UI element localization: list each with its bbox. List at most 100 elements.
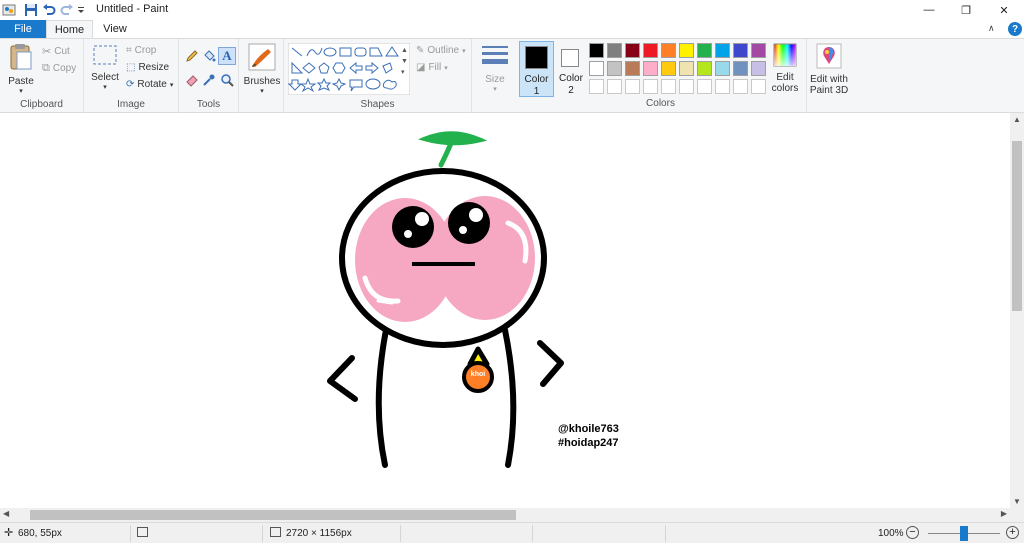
- scroll-corner: [1010, 508, 1024, 522]
- copy-button[interactable]: ⧉ Copy: [42, 62, 76, 75]
- palette-swatch[interactable]: [625, 61, 640, 76]
- outline-label: Outline: [427, 45, 460, 56]
- badge-icon: [462, 346, 494, 393]
- palette-swatch[interactable]: [661, 61, 676, 76]
- custom-color-slot[interactable]: [589, 79, 604, 94]
- paste-button[interactable]: Paste ▾: [4, 43, 38, 95]
- horizontal-scroll-thumb[interactable]: [30, 510, 516, 520]
- custom-color-slot[interactable]: [697, 79, 712, 94]
- color1-button[interactable]: Color 1: [519, 41, 554, 97]
- crop-button[interactable]: ⌗ Crop: [126, 45, 156, 56]
- restore-button[interactable]: ❐: [947, 0, 985, 20]
- palette-swatch[interactable]: [679, 61, 694, 76]
- cut-button[interactable]: ✂ Cut: [42, 45, 70, 58]
- shapes-gallery[interactable]: [288, 43, 410, 95]
- paste-icon: [10, 44, 32, 70]
- tab-view[interactable]: View: [96, 20, 134, 38]
- rotate-icon: ⟳: [126, 79, 135, 90]
- redo-icon[interactable]: [60, 3, 74, 17]
- tools-group: A Tools: [179, 39, 239, 113]
- custom-color-slot[interactable]: [715, 79, 730, 94]
- text-tool-icon[interactable]: A: [218, 47, 236, 65]
- status-separator: [400, 525, 401, 542]
- shapes-group-label: Shapes: [360, 99, 395, 110]
- custom-color-slot[interactable]: [643, 79, 658, 94]
- help-icon[interactable]: ?: [1008, 22, 1022, 36]
- palette-swatch[interactable]: [733, 61, 748, 76]
- edit-colors-button[interactable]: Edit colors: [768, 43, 802, 94]
- scroll-up-icon[interactable]: ▲: [1013, 115, 1021, 124]
- resize-button[interactable]: ⬚ Resize: [126, 62, 169, 73]
- status-bar: ✛ 680, 55px 2720 × 1156px 100% − +: [0, 522, 1024, 543]
- drawing-artwork: [327, 131, 564, 468]
- brushes-button[interactable]: Brushes ▾: [243, 43, 281, 95]
- custom-color-slot[interactable]: [625, 79, 640, 94]
- customize-toolbar-icon[interactable]: [76, 3, 86, 17]
- custom-color-slot[interactable]: [607, 79, 622, 94]
- ribbon-tabs: File Home View ∧ ?: [0, 20, 1024, 39]
- close-button[interactable]: ✕: [985, 0, 1023, 20]
- scroll-down-icon[interactable]: ▼: [1013, 497, 1021, 506]
- custom-color-slot[interactable]: [661, 79, 676, 94]
- zoom-slider-thumb[interactable]: [960, 526, 968, 541]
- palette-swatch[interactable]: [733, 43, 748, 58]
- vertical-scrollbar[interactable]: ▲ ▼: [1010, 113, 1024, 508]
- outline-button[interactable]: ✎ Outline ▾: [416, 45, 466, 56]
- palette-swatch[interactable]: [751, 43, 766, 58]
- pencil-icon[interactable]: [185, 49, 199, 63]
- scroll-left-icon[interactable]: ◀: [3, 509, 9, 518]
- fill-label: Fill: [428, 62, 442, 73]
- rotate-button[interactable]: ⟳ Rotate ▾: [126, 79, 173, 90]
- edit-colors-label-line2: colors: [771, 83, 799, 94]
- minimize-button[interactable]: —: [910, 0, 948, 20]
- palette-swatch[interactable]: [697, 61, 712, 76]
- cut-label: Cut: [54, 46, 70, 57]
- paint3d-icon: [816, 43, 842, 69]
- custom-color-slot[interactable]: [733, 79, 748, 94]
- palette-swatch[interactable]: [607, 43, 622, 58]
- eraser-icon[interactable]: [185, 73, 199, 87]
- palette-swatch[interactable]: [643, 61, 658, 76]
- custom-color-slot[interactable]: [679, 79, 694, 94]
- palette-swatch[interactable]: [715, 43, 730, 58]
- scroll-right-icon[interactable]: ▶: [1001, 509, 1007, 518]
- select-icon: [93, 45, 117, 65]
- save-icon[interactable]: [24, 3, 38, 17]
- edit-paint3d-button[interactable]: Edit with Paint 3D: [808, 43, 850, 96]
- shapes-scroll[interactable]: ▲ ▼ ▾: [401, 45, 408, 78]
- size-button[interactable]: Size ▾: [476, 43, 514, 93]
- magnifier-icon[interactable]: [220, 73, 234, 87]
- palette-swatch[interactable]: [607, 61, 622, 76]
- palette-swatch[interactable]: [679, 43, 694, 58]
- palette-swatch[interactable]: [589, 43, 604, 58]
- palette-swatch[interactable]: [697, 43, 712, 58]
- custom-color-slot[interactable]: [751, 79, 766, 94]
- zoom-in-icon[interactable]: +: [1006, 526, 1019, 539]
- palette-swatch[interactable]: [715, 61, 730, 76]
- fill-button[interactable]: ◪ Fill ▾: [416, 62, 448, 73]
- palette-swatch[interactable]: [589, 61, 604, 76]
- undo-icon[interactable]: [42, 3, 56, 17]
- zoom-out-icon[interactable]: −: [906, 526, 919, 539]
- color1-swatch: [525, 46, 548, 69]
- status-separator: [262, 525, 263, 542]
- select-button[interactable]: Select ▾: [88, 43, 122, 91]
- color2-button[interactable]: Color 2: [556, 41, 586, 97]
- color2-label: Color: [559, 73, 583, 84]
- crop-label: Crop: [134, 45, 157, 56]
- palette-swatch[interactable]: [625, 43, 640, 58]
- tab-home[interactable]: Home: [46, 20, 93, 39]
- horizontal-scrollbar[interactable]: ◀ ▶: [0, 508, 1010, 522]
- vertical-scroll-thumb[interactable]: [1012, 141, 1022, 311]
- collapse-ribbon-icon[interactable]: ∧: [988, 23, 995, 34]
- fill-bucket-icon[interactable]: [202, 49, 216, 63]
- tab-file[interactable]: File: [0, 20, 46, 38]
- right-body-line: [502, 327, 517, 468]
- size-label: Size: [485, 74, 505, 85]
- palette-swatch[interactable]: [751, 61, 766, 76]
- palette-swatch[interactable]: [643, 43, 658, 58]
- ribbon: Paste ▾ ✂ Cut ⧉ Copy Clipboard Select ▾: [0, 38, 1024, 113]
- palette-swatch[interactable]: [661, 43, 676, 58]
- color-picker-icon[interactable]: [202, 73, 216, 87]
- drawing-canvas[interactable]: khoi @khoile763 #hoidap247: [0, 113, 1010, 508]
